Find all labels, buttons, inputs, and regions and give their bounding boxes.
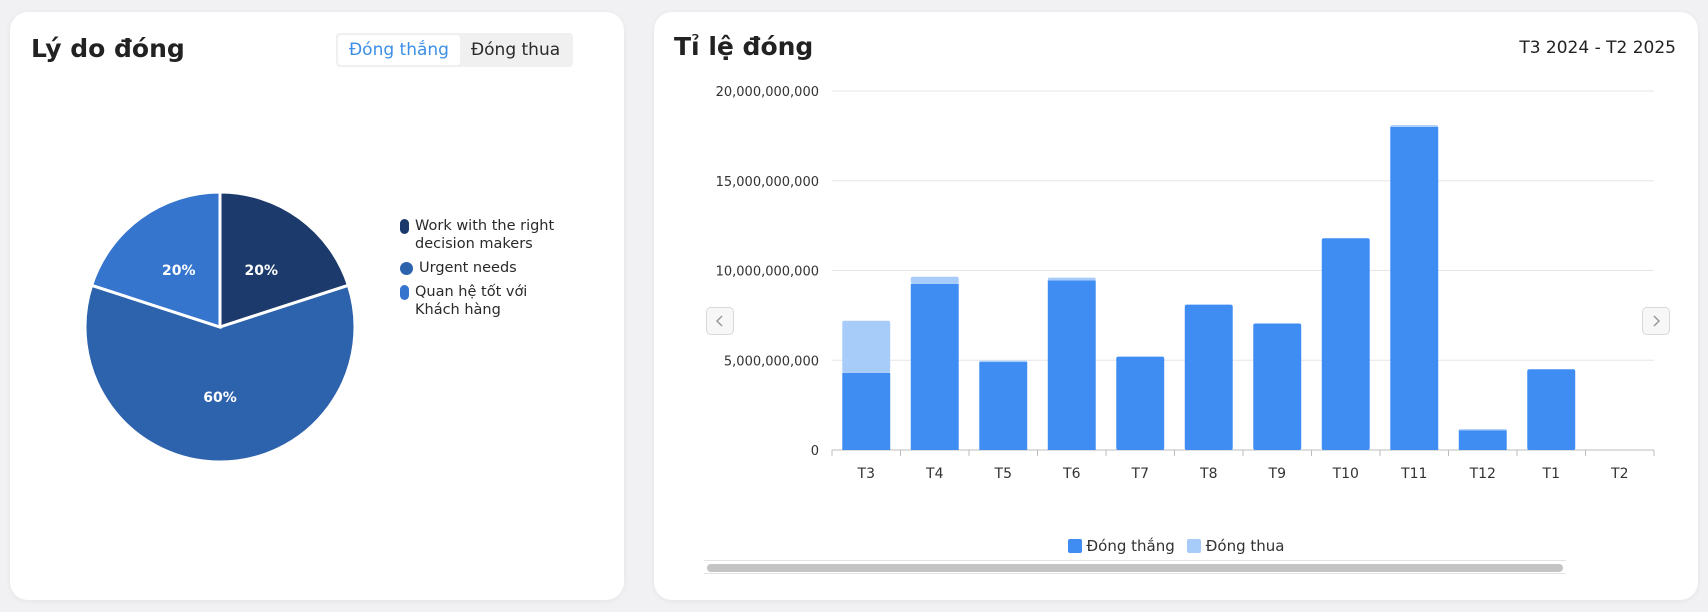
bar-lost[interactable] bbox=[1047, 277, 1096, 281]
bar-won[interactable] bbox=[1321, 238, 1370, 450]
bar-won[interactable] bbox=[842, 372, 891, 450]
legend-swatch-won bbox=[1067, 539, 1082, 553]
x-tick-label: T11 bbox=[1400, 466, 1427, 482]
x-tick-label: T6 bbox=[1062, 466, 1081, 482]
bar-lost[interactable] bbox=[1458, 429, 1507, 431]
x-tick-label: T12 bbox=[1469, 466, 1496, 482]
toggle-lost-button[interactable]: Đóng thua bbox=[460, 35, 571, 65]
bar-won[interactable] bbox=[1390, 126, 1439, 451]
legend-swatch-mid bbox=[400, 262, 413, 275]
bar-won[interactable] bbox=[1527, 369, 1576, 450]
bar-lost[interactable] bbox=[1390, 125, 1439, 127]
legend-label: Quan hệ tốt với Khách hàng bbox=[415, 284, 528, 318]
pie-slice-label: 20% bbox=[162, 263, 196, 279]
x-tick-label: T10 bbox=[1332, 466, 1359, 482]
bar-lost[interactable] bbox=[910, 276, 959, 284]
pie-legend-item[interactable]: Work with the right decision makers bbox=[400, 217, 560, 253]
legend-label: Urgent needs bbox=[419, 260, 517, 276]
chart-prev-button[interactable] bbox=[706, 307, 734, 335]
y-tick-label: 5,000,000,000 bbox=[724, 354, 819, 369]
bar-won[interactable] bbox=[1184, 304, 1233, 450]
pie-legend-item[interactable]: Quan hệ tốt với Khách hàng bbox=[400, 283, 560, 319]
legend-label: Work with the right decision makers bbox=[415, 218, 555, 252]
won-lost-toggle: Đóng thắng Đóng thua bbox=[336, 33, 574, 67]
x-tick-label: T5 bbox=[994, 466, 1012, 482]
bar-won[interactable] bbox=[1116, 356, 1165, 450]
bar-won[interactable] bbox=[1253, 323, 1302, 450]
pie-legend: Work with the right decision makers Urge… bbox=[400, 217, 560, 325]
y-tick-label: 0 bbox=[811, 444, 819, 459]
bar-won[interactable] bbox=[910, 283, 959, 450]
x-tick-label: T2 bbox=[1610, 466, 1628, 482]
close-rate-bar-chart: 0 5,000,000,000 10,000,000,000 15,000,000,0… bbox=[716, 85, 1655, 482]
close-reasons-title: Lý do đóng bbox=[31, 34, 185, 63]
toggle-won-button[interactable]: Đóng thắng bbox=[338, 35, 460, 65]
bar-lost[interactable] bbox=[842, 320, 891, 373]
bar-won[interactable] bbox=[1047, 280, 1096, 450]
bar-won[interactable] bbox=[1458, 430, 1507, 450]
legend-swatch-dark bbox=[400, 219, 409, 234]
legend-label: Đóng thắng bbox=[1086, 537, 1175, 555]
y-tick-label: 15,000,000,000 bbox=[716, 175, 819, 190]
chart-next-button[interactable] bbox=[1642, 307, 1670, 335]
chart-scrollbar-thumb[interactable] bbox=[707, 564, 1563, 572]
chevron-left-icon bbox=[715, 315, 723, 327]
legend-label: Đóng thua bbox=[1205, 537, 1285, 555]
x-tick-label: T1 bbox=[1542, 466, 1560, 482]
bar-legend-item-won[interactable]: Đóng thắng bbox=[1067, 537, 1175, 555]
close-reasons-card: Lý do đóng Đóng thắng Đóng thua 20% 60% 20… bbox=[10, 12, 624, 600]
legend-swatch-light bbox=[400, 285, 409, 300]
legend-swatch-lost bbox=[1186, 539, 1201, 553]
y-tick-label: 10,000,000,000 bbox=[716, 265, 819, 280]
bar-won[interactable] bbox=[979, 362, 1028, 450]
y-tick-label: 20,000,000,000 bbox=[716, 85, 819, 100]
bar-lost[interactable] bbox=[979, 360, 1028, 363]
pie-slice-label: 60% bbox=[203, 390, 237, 406]
x-tick-label: T7 bbox=[1131, 466, 1149, 482]
close-rate-card: Tỉ lệ đóng T3 2024 - T2 2025 0 5,000,000,… bbox=[654, 12, 1698, 600]
pie-legend-item[interactable]: Urgent needs bbox=[400, 259, 560, 277]
bar-legend-item-lost[interactable]: Đóng thua bbox=[1186, 537, 1285, 555]
chart-scrollbar[interactable] bbox=[704, 560, 1566, 574]
pie-slice-label: 20% bbox=[245, 263, 279, 279]
x-tick-label: T8 bbox=[1199, 466, 1217, 482]
x-tick-label: T4 bbox=[925, 466, 944, 482]
x-tick-label: T9 bbox=[1268, 466, 1286, 482]
reasons-pie-chart: 20% 60% 20% bbox=[83, 190, 357, 464]
chevron-right-icon bbox=[1653, 315, 1661, 327]
x-tick-label: T3 bbox=[857, 466, 875, 482]
bar-legend: Đóng thắng Đóng thua bbox=[654, 537, 1698, 555]
